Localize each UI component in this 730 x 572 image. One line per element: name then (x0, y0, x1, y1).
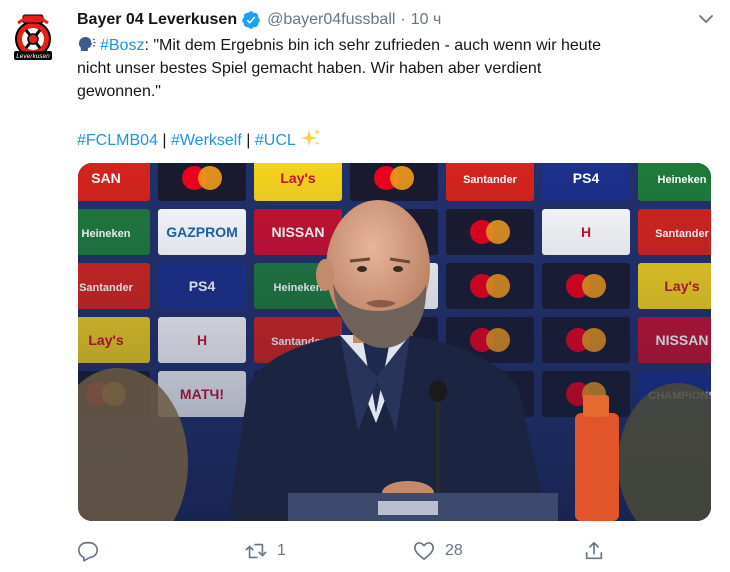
avatar[interactable]: Leverkusen (4, 8, 62, 66)
like-count: 28 (445, 542, 463, 559)
like-button[interactable]: 28 (413, 540, 463, 562)
tweet-actions: 1 28 (77, 540, 637, 566)
timestamp[interactable]: 10 ч (411, 11, 442, 29)
tweet-line-3: gewonnen." (77, 83, 161, 100)
retweet-button[interactable]: 1 (245, 540, 286, 562)
hashtag-separator: | (157, 132, 171, 149)
hashtag-bosz[interactable]: #Bosz (100, 37, 144, 54)
tweet-header: Bayer 04 Leverkusen @bayer04fussball · 1… (77, 9, 441, 31)
hashtag-fclmb04[interactable]: #FCLMB04 (77, 132, 158, 149)
handle[interactable]: @bayer04fussball (267, 11, 395, 29)
tweet-text: #Bosz: "Mit dem Ergebnis bin ich sehr zu… (77, 34, 717, 103)
retweet-count: 1 (277, 542, 286, 559)
share-icon (585, 541, 603, 560)
club-crest-icon: Leverkusen (5, 9, 61, 65)
quote-text-1: : "Mit dem Ergebnis bin ich sehr zufried… (144, 37, 602, 54)
hashtag-row: #FCLMB04 | #Werkself | #UCL (77, 128, 322, 152)
sparkles-icon (300, 129, 320, 146)
tweet-line-2: nicht unser bestes Spiel gemacht haben. … (77, 60, 542, 77)
chevron-down-icon[interactable] (698, 11, 714, 27)
reply-button[interactable] (77, 540, 109, 562)
separator-dot: · (400, 11, 406, 28)
share-button[interactable] (583, 540, 605, 562)
hashtag-separator: | (241, 132, 255, 149)
tweet-line-1: #Bosz: "Mit dem Ergebnis bin ich sehr zu… (77, 34, 717, 57)
hashtag-werkself[interactable]: #Werkself (171, 132, 242, 149)
verified-badge-icon (242, 11, 260, 29)
display-name[interactable]: Bayer 04 Leverkusen (77, 11, 237, 29)
reply-icon (78, 541, 98, 562)
tweet-photo[interactable]: SANLay'sSantanderPS4HeinekenHeinekenGAZP… (78, 163, 711, 521)
speaking-head-icon (78, 36, 96, 52)
retweet-icon (245, 543, 267, 559)
crest-wordmark: Leverkusen (16, 53, 50, 60)
like-icon (414, 542, 434, 561)
press-conference-photo: SANLay'sSantanderPS4HeinekenHeinekenGAZP… (78, 163, 711, 521)
hashtag-ucl[interactable]: #UCL (255, 132, 296, 149)
